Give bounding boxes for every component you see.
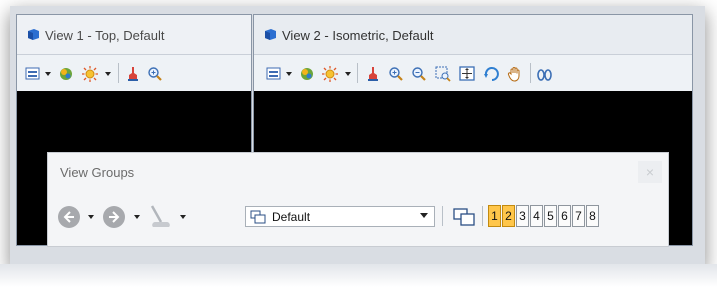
fit-view-icon[interactable] xyxy=(459,66,476,82)
view-toggle-6[interactable]: 6 xyxy=(558,205,571,227)
next-view-group-button[interactable] xyxy=(103,206,125,228)
view1-title-bar[interactable]: View 1 - Top, Default xyxy=(17,15,251,55)
toolbar-separator xyxy=(357,63,358,83)
view-toggle-buttons: 1 2 3 4 5 6 7 8 xyxy=(488,205,600,229)
bottom-fade xyxy=(0,264,717,287)
arrow-right-icon xyxy=(109,211,120,223)
chevron-down-icon[interactable] xyxy=(45,72,51,76)
lights-icon[interactable] xyxy=(321,66,339,82)
previous-view-group-button[interactable] xyxy=(58,206,80,228)
view-toggle-5[interactable]: 5 xyxy=(544,205,557,227)
arrow-left-icon xyxy=(63,211,74,223)
view-group-windows-icon[interactable] xyxy=(452,207,476,227)
toolbar-separator xyxy=(482,206,483,226)
close-button[interactable]: × xyxy=(638,161,662,183)
chevron-down-icon[interactable] xyxy=(180,215,186,219)
zoom-out-icon[interactable] xyxy=(411,66,427,82)
pan-icon[interactable] xyxy=(507,66,524,82)
view-group-selected: Default xyxy=(272,210,311,224)
chevron-down-icon[interactable] xyxy=(88,215,94,219)
rotate-view-icon[interactable] xyxy=(483,66,501,82)
toolbar-separator xyxy=(442,206,443,226)
display-style-icon[interactable] xyxy=(298,66,316,82)
view-toggle-8[interactable]: 8 xyxy=(586,205,599,227)
chevron-down-icon[interactable] xyxy=(105,72,111,76)
clear-icon[interactable] xyxy=(365,66,381,82)
view-toggle-3[interactable]: 3 xyxy=(516,205,529,227)
zoom-icon[interactable] xyxy=(147,66,163,82)
view-cube-icon xyxy=(28,29,39,40)
view-toggle-2[interactable]: 2 xyxy=(502,205,515,227)
view2-toolbar xyxy=(254,55,692,92)
view-previous-icon[interactable] xyxy=(536,66,553,82)
chevron-down-icon[interactable] xyxy=(345,72,351,76)
view-attributes-icon[interactable] xyxy=(266,66,282,82)
toolbar-separator xyxy=(530,63,531,83)
view-cube-icon xyxy=(265,29,276,40)
toolbar-separator xyxy=(118,63,119,83)
chevron-down-icon[interactable] xyxy=(134,215,140,219)
view-toggle-7[interactable]: 7 xyxy=(572,205,585,227)
view1-toolbar xyxy=(17,55,251,92)
lights-icon[interactable] xyxy=(81,66,99,82)
window-area-icon[interactable] xyxy=(435,66,452,82)
chevron-down-icon[interactable] xyxy=(420,213,428,218)
zoom-in-icon[interactable] xyxy=(388,66,404,82)
manage-view-groups-icon[interactable] xyxy=(147,204,175,230)
chevron-down-icon[interactable] xyxy=(286,72,292,76)
view-groups-title: View Groups xyxy=(60,165,135,180)
view-toggle-4[interactable]: 4 xyxy=(530,205,543,227)
view2-title: View 2 - Isometric, Default xyxy=(282,28,434,43)
view-toggle-1[interactable]: 1 xyxy=(488,205,501,227)
view-group-dropdown[interactable]: Default xyxy=(245,206,435,227)
clear-icon[interactable] xyxy=(125,66,141,82)
view-groups-toolbar: Default 1 2 3 4 5 6 7 8 xyxy=(48,201,668,233)
view-attributes-icon[interactable] xyxy=(25,66,41,82)
display-style-icon[interactable] xyxy=(57,66,75,82)
view1-title: View 1 - Top, Default xyxy=(45,28,165,43)
view2-title-bar[interactable]: View 2 - Isometric, Default xyxy=(254,15,692,55)
view-groups-panel: View Groups × Default 1 2 3 4 5 6 7 8 xyxy=(47,152,669,247)
view-group-icon xyxy=(250,210,266,224)
